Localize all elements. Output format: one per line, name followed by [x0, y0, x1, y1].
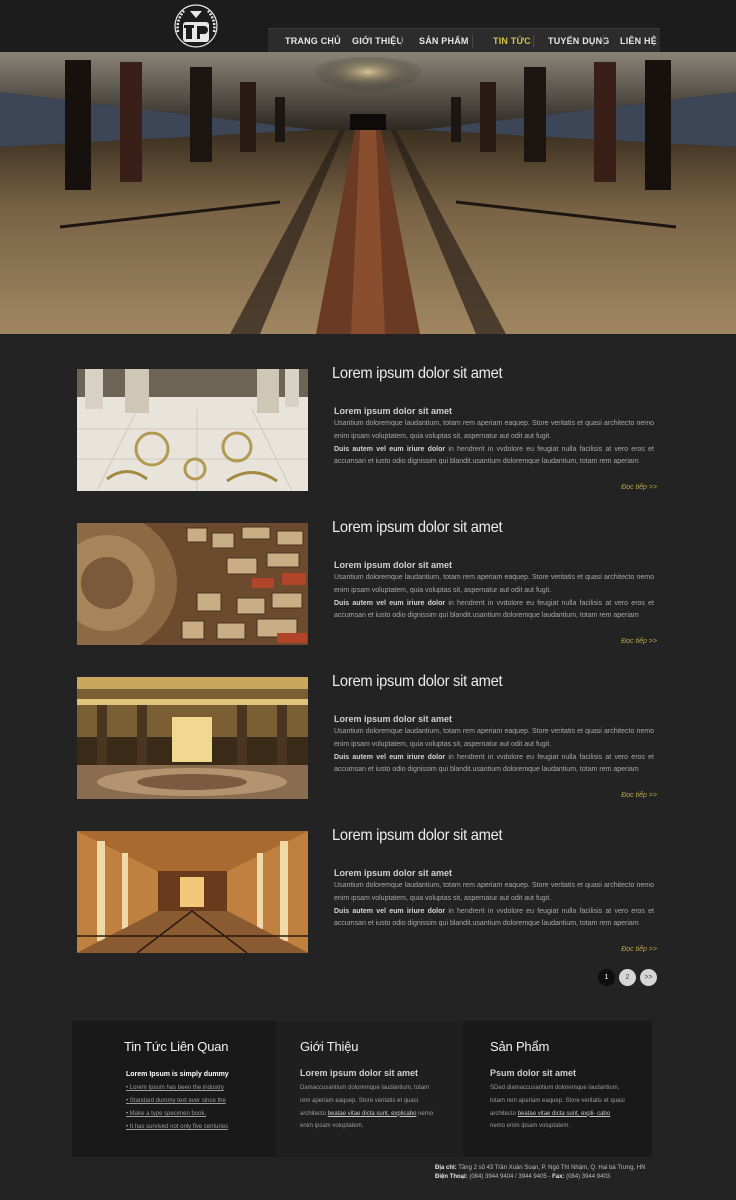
read-more-link[interactable]: Đọc tiếp >>	[621, 484, 657, 491]
about-panel: Giới Thiệu Lorem ipsum dolor sit amet Da…	[276, 1021, 463, 1157]
nav-item-about[interactable]: Giới thiệu	[352, 36, 403, 46]
related-news-lead: Lorem Ipsum is simply dummy	[126, 1071, 229, 1078]
nav-separator	[603, 35, 604, 47]
article-excerpt: Usantium doloremque laudantium, totam re…	[334, 574, 654, 620]
related-news-link[interactable]: • Make a type specimen book.	[126, 1108, 228, 1121]
nav-separator	[533, 35, 534, 47]
article-thumbnail[interactable]	[77, 677, 308, 799]
hero-banner-image	[0, 52, 736, 334]
nav-item-careers[interactable]: Tuyển dụng	[548, 36, 610, 46]
news-article: Lorem ipsum dolor sit amet Lorem ipsum d…	[77, 365, 657, 493]
article-subtitle: Lorem ipsum dolor sit amet	[334, 406, 453, 416]
article-title[interactable]: Lorem ipsum dolor sit amet	[332, 673, 503, 691]
article-thumbnail[interactable]	[77, 369, 308, 491]
article-title[interactable]: Lorem ipsum dolor sit amet	[332, 827, 503, 845]
company-logo[interactable]	[168, 2, 224, 50]
next-page-button[interactable]: >>	[640, 969, 657, 986]
article-title[interactable]: Lorem ipsum dolor sit amet	[332, 519, 503, 537]
page-2-button[interactable]: 2	[619, 969, 636, 986]
products-text: SDed diamaccusantium doloremque laudanti…	[490, 1085, 625, 1130]
products-heading: Sản Phẩm	[490, 1039, 550, 1054]
nav-separator	[333, 35, 334, 47]
related-news-link[interactable]: • Standard dummy text ever since the	[126, 1095, 228, 1108]
article-title[interactable]: Lorem ipsum dolor sit amet	[332, 365, 503, 383]
main-nav: Trang chủ Giới thiệu Sản phẩm Tin tức Tu…	[268, 28, 660, 52]
products-link[interactable]: beatae vitae dicta sunt, expli- cabo	[518, 1111, 610, 1117]
nav-separator	[401, 35, 402, 47]
about-text: Damaccusantium doloremque laudantium, to…	[300, 1085, 434, 1130]
news-article: Lorem ipsum dolor sit amet Lorem ipsum d…	[77, 673, 657, 801]
article-subtitle: Lorem ipsum dolor sit amet	[334, 560, 453, 570]
article-subtitle: Lorem ipsum dolor sit amet	[334, 868, 453, 878]
about-subtitle: Lorem ipsum dolor sit amet	[300, 1068, 419, 1078]
products-panel: Sản Phẩm Psum dolor sit amet SDed diamac…	[463, 1021, 652, 1157]
products-subtitle: Psum dolor sit amet	[490, 1068, 577, 1078]
article-excerpt: Usantium doloremque laudantium, totam re…	[334, 420, 654, 466]
read-more-link[interactable]: Đọc tiếp >>	[621, 792, 657, 799]
related-news-link[interactable]: • Lorem Ipsum has been the industry	[126, 1082, 228, 1095]
article-subtitle: Lorem ipsum dolor sit amet	[334, 714, 453, 724]
page-1-button[interactable]: 1	[598, 969, 615, 986]
article-excerpt: Usantium doloremque laudantium, totam re…	[334, 882, 654, 928]
related-news-panel: Tin Tức Liên Quan Lorem Ipsum is simply …	[72, 1021, 276, 1157]
related-news-link[interactable]: • It has survived not only five centurie…	[126, 1121, 228, 1134]
nav-separator	[472, 35, 473, 47]
related-news-list: • Lorem Ipsum has been the industry • St…	[126, 1082, 228, 1134]
article-excerpt: Usantium doloremque laudantium, totam re…	[334, 728, 654, 774]
about-link[interactable]: beatae vitae dicta sunt, explicabo	[328, 1111, 417, 1117]
footer-panels: Tin Tức Liên Quan Lorem Ipsum is simply …	[72, 1021, 652, 1157]
about-heading: Giới Thiệu	[300, 1039, 359, 1054]
article-thumbnail[interactable]	[77, 831, 308, 953]
header-bar: Trang chủ Giới thiệu Sản phẩm Tin tức Tu…	[0, 0, 736, 52]
nav-item-products[interactable]: Sản phẩm	[419, 36, 469, 46]
contact-info: Địa chỉ: Tầng 2 số 43 Trần Xuân Soạn, P.…	[435, 1165, 646, 1180]
news-article: Lorem ipsum dolor sit amet Lorem ipsum d…	[77, 827, 657, 955]
read-more-link[interactable]: Đọc tiếp >>	[621, 638, 657, 645]
related-news-heading: Tin Tức Liên Quan	[124, 1039, 229, 1054]
nav-item-news[interactable]: Tin tức	[493, 36, 531, 46]
read-more-link[interactable]: Đọc tiếp >>	[621, 946, 657, 953]
article-thumbnail[interactable]	[77, 523, 308, 645]
nav-item-contact[interactable]: Liên hệ	[620, 36, 657, 46]
news-article: Lorem ipsum dolor sit amet Lorem ipsum d…	[77, 519, 657, 647]
pagination: 1 2 >>	[598, 969, 657, 986]
